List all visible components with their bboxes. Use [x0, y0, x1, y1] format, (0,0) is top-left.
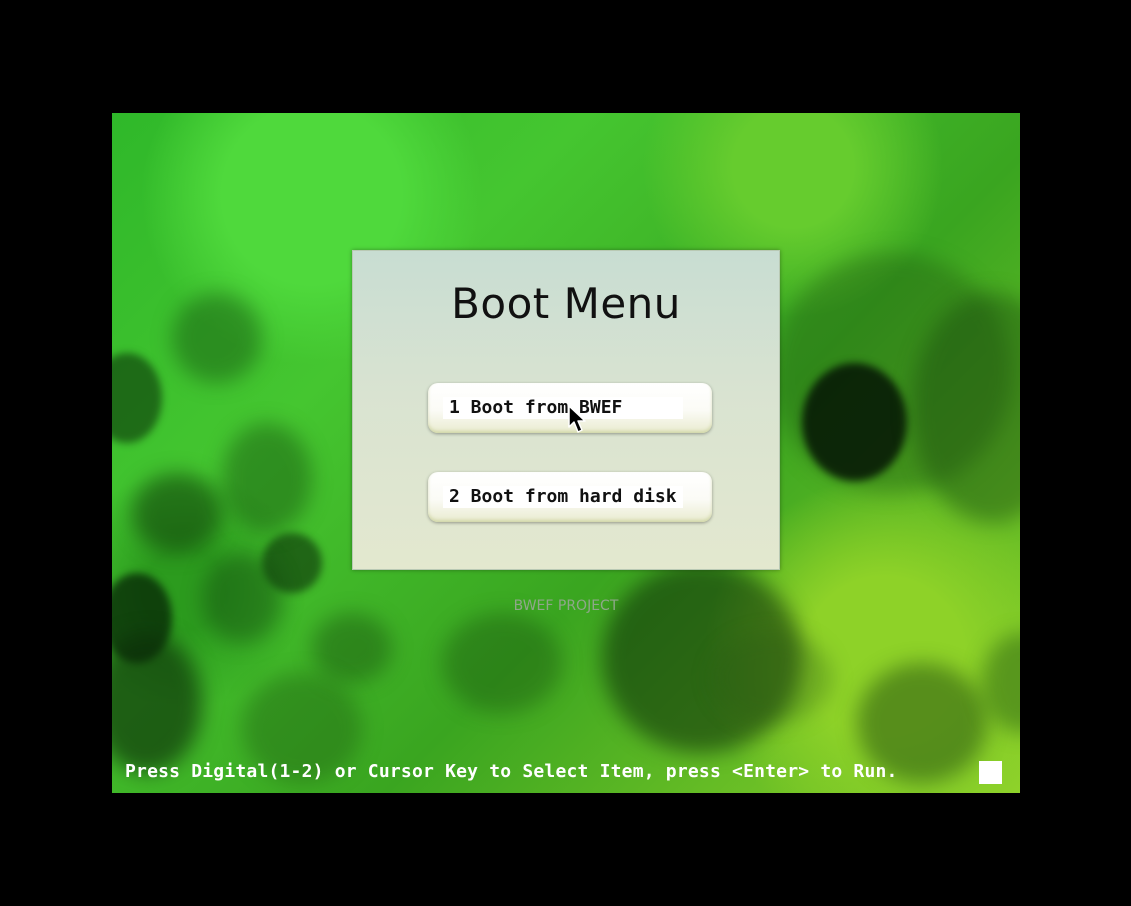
boot-menu-title: Boot Menu [451, 279, 681, 328]
background-bubble [982, 633, 1020, 733]
background-bubble [312, 613, 392, 683]
background-bubble [712, 633, 832, 723]
boot-option-label: 1 Boot from BWEF [443, 397, 683, 419]
background-bubble [132, 473, 222, 553]
background-bubble [442, 613, 562, 713]
project-label: BWEF PROJECT [513, 598, 619, 614]
boot-option-hard-disk[interactable]: 2 Boot from hard disk [428, 472, 712, 522]
background-bubble [222, 423, 312, 533]
background-bubble [172, 293, 262, 383]
background-bubble [802, 363, 907, 481]
status-instructions: Press Digital(1-2) or Cursor Key to Sele… [125, 761, 898, 782]
mouse-pointer-icon [568, 405, 586, 433]
boot-screen: Boot Menu 1 Boot from BWEF 2 Boot from h… [112, 113, 1020, 793]
boot-menu-panel: Boot Menu 1 Boot from BWEF 2 Boot from h… [352, 250, 780, 570]
text-cursor-block [979, 761, 1002, 784]
background-bubble [112, 353, 162, 443]
boot-option-label: 2 Boot from hard disk [443, 486, 683, 508]
background-bubble [112, 633, 202, 773]
